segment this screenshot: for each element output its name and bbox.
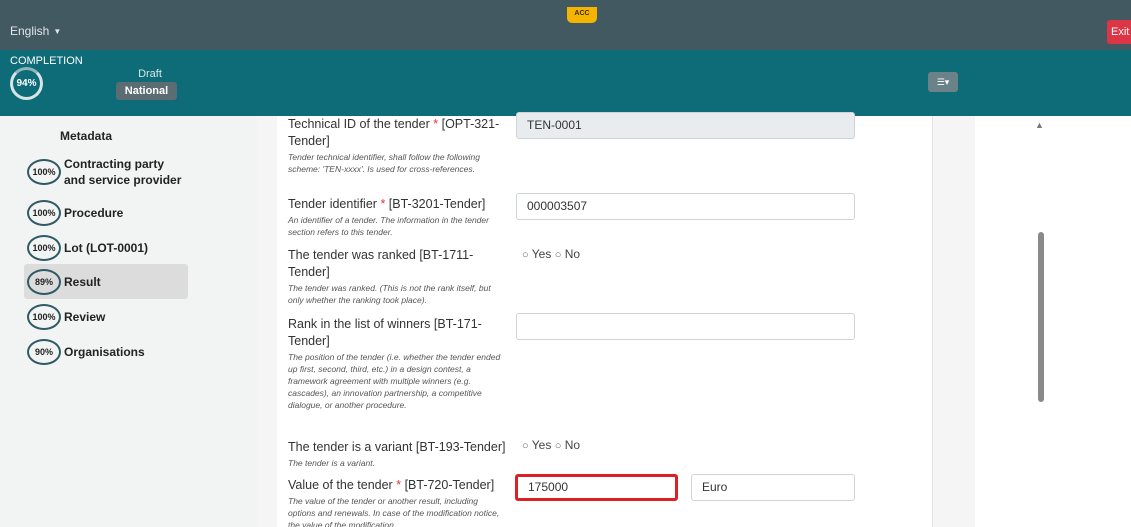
- arrow-up-icon[interactable]: ▲: [1035, 120, 1044, 130]
- currency-select[interactable]: Euro: [691, 474, 855, 501]
- sidebar-item-label: Review: [64, 310, 106, 324]
- gutter-right: [933, 116, 975, 527]
- variant-radio-group: ○ Yes ○ No: [522, 438, 580, 452]
- sidebar-item-contracting-party[interactable]: 100% Contracting party and service provi…: [24, 153, 188, 191]
- tender-identifier-input[interactable]: 000003507: [516, 193, 855, 220]
- field-value: Value of the tender * [BT-720-Tender] Th…: [288, 477, 506, 527]
- sidebar-item-review[interactable]: 100% Review: [24, 303, 188, 331]
- sidebar-item-label: Lot (LOT-0001): [64, 241, 149, 255]
- scroll-area: [975, 116, 1131, 527]
- ranked-radio-group: ○ Yes ○ No: [522, 247, 580, 261]
- value-amount-input[interactable]: 175000: [515, 474, 678, 501]
- language-label: English: [10, 24, 50, 38]
- top-bar: English ▼ ACC Exit: [0, 0, 1131, 50]
- progress-ring: 89%: [27, 268, 61, 295]
- field-description: An identifier of a tender. The informati…: [288, 215, 489, 237]
- radio-empty-icon: ○: [522, 440, 529, 452]
- radio-empty-icon: ○: [522, 249, 529, 261]
- field-description: Tender technical identifier, shall follo…: [288, 152, 480, 174]
- radio-empty-icon: ○: [554, 249, 562, 261]
- completion-label: COMPLETION: [10, 55, 83, 67]
- field-label: Value of the tender * [BT-720-Tender]: [288, 478, 495, 492]
- field-tender-identifier: Tender identifier * [BT-3201-Tender] An …: [288, 196, 506, 238]
- required-marker: *: [396, 478, 402, 492]
- status-label: Draft: [138, 68, 162, 80]
- rank-input[interactable]: [516, 313, 855, 340]
- field-description: The tender is a variant.: [288, 458, 375, 468]
- field-technical-id: Technical ID of the tender * [OPT-321-Te…: [288, 116, 506, 175]
- sidebar-item-label: Organisations: [64, 345, 145, 359]
- completion-bar: COMPLETION 94% Draft National ☰▾: [0, 50, 1131, 116]
- sidebar-item-label: Result: [64, 274, 101, 289]
- variant-yes-radio[interactable]: ○ Yes: [522, 438, 551, 452]
- exit-button[interactable]: Exit: [1107, 20, 1131, 44]
- sidebar-item-procedure[interactable]: 100% Procedure: [24, 199, 188, 227]
- progress-ring: 100%: [27, 159, 61, 185]
- field-label: Technical ID of the tender * [OPT-321-Te…: [288, 117, 500, 148]
- settings-dropdown-button[interactable]: ☰▾: [928, 72, 958, 92]
- sliders-icon: ☰▾: [936, 77, 950, 87]
- sidebar-title-metadata[interactable]: Metadata: [60, 129, 112, 143]
- ranked-no-radio[interactable]: ○ No: [555, 247, 580, 261]
- language-selector[interactable]: English ▼: [10, 24, 61, 38]
- scope-badge: National: [116, 82, 177, 100]
- field-tender-ranked: The tender was ranked [BT-1711-Tender] T…: [288, 247, 506, 306]
- technical-id-input[interactable]: TEN-0001: [516, 112, 855, 139]
- variant-no-radio[interactable]: ○ No: [555, 438, 580, 452]
- field-description: The tender was ranked. (This is not the …: [288, 283, 491, 305]
- field-label: The tender was ranked [BT-1711-Tender]: [288, 248, 474, 279]
- required-marker: *: [433, 117, 439, 131]
- caret-down-icon: ▼: [53, 27, 62, 37]
- radio-empty-icon: ○: [554, 440, 562, 452]
- sidebar-item-organisations[interactable]: 90% Organisations: [24, 338, 188, 366]
- progress-ring: 90%: [27, 339, 61, 365]
- field-label: The tender is a variant [BT-193-Tender]: [288, 440, 506, 454]
- sidebar-item-label: Contracting party and service provider: [64, 157, 182, 187]
- progress-ring: 100%: [27, 200, 61, 226]
- progress-ring: 100%: [27, 304, 61, 330]
- field-variant: The tender is a variant [BT-193-Tender] …: [288, 439, 506, 469]
- required-marker: *: [380, 197, 386, 211]
- progress-ring: 100%: [27, 235, 61, 261]
- sidebar-item-result[interactable]: 89% Result: [24, 264, 188, 299]
- completion-progress-ring: 94%: [10, 67, 43, 100]
- field-description: The position of the tender (i.e. whether…: [288, 352, 501, 410]
- field-label: Rank in the list of winners [BT-171-Tend…: [288, 317, 482, 348]
- gutter: [257, 116, 277, 527]
- environment-badge: ACC: [567, 7, 597, 23]
- field-description: The value of the tender or another resul…: [288, 496, 500, 527]
- scrollbar-thumb[interactable]: [1038, 232, 1044, 402]
- sidebar-item-lot[interactable]: 100% Lot (LOT-0001): [24, 234, 188, 262]
- field-rank: Rank in the list of winners [BT-171-Tend…: [288, 316, 506, 411]
- sidebar-item-label: Procedure: [64, 206, 124, 220]
- field-label: Tender identifier * [BT-3201-Tender]: [288, 197, 486, 211]
- ranked-yes-radio[interactable]: ○ Yes: [522, 247, 551, 261]
